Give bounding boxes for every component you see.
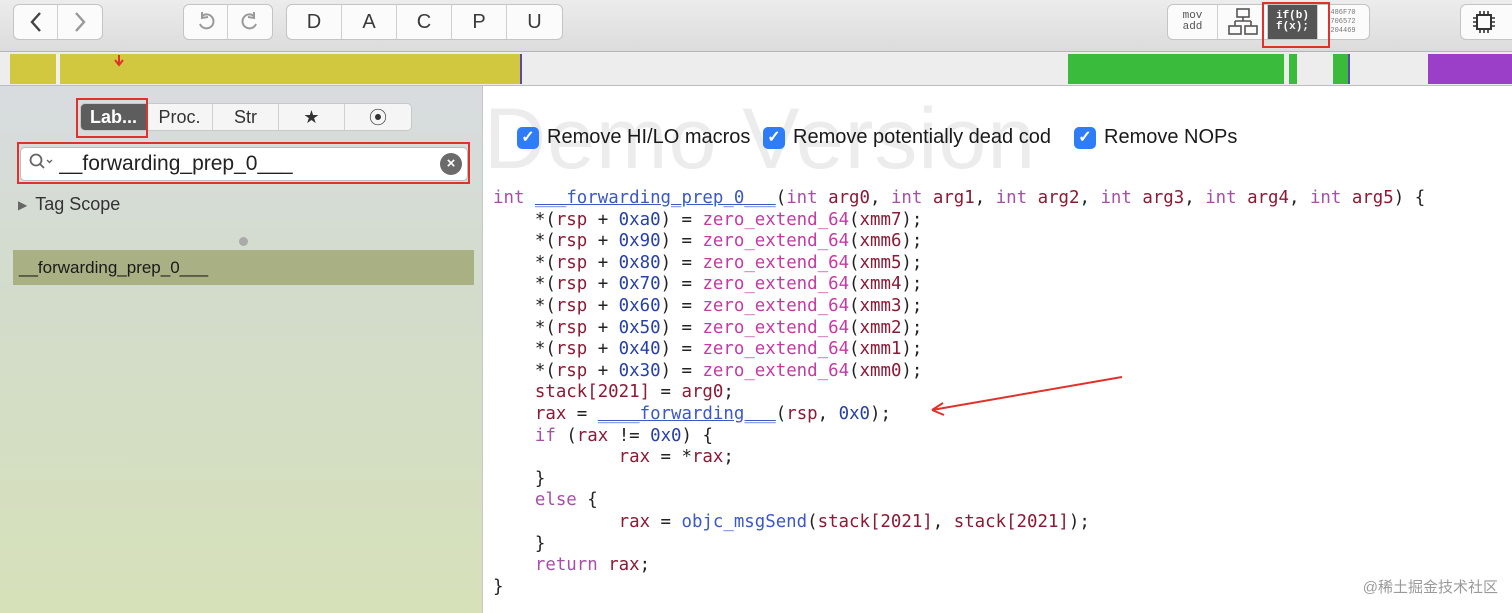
highlight-box-view: [1262, 2, 1330, 48]
nav-segment-external: [1428, 54, 1512, 84]
cfg-view-button[interactable]: [1218, 5, 1268, 39]
back-button[interactable]: [14, 5, 58, 39]
nav-segment-data-2: [1289, 54, 1297, 84]
flowchart-icon: [1227, 8, 1258, 35]
chip-icon: [1473, 11, 1495, 33]
disclosure-triangle-icon[interactable]: ▶: [18, 198, 27, 212]
highlight-box-tab: [76, 98, 148, 138]
undo-button[interactable]: [184, 5, 228, 39]
undo-redo-buttons: [183, 4, 273, 40]
inspector-button[interactable]: [1461, 5, 1507, 39]
nav-segment-marker-2: [1348, 54, 1350, 84]
footer-watermark: @稀土掘金技术社区: [1362, 579, 1498, 596]
redo-icon: [241, 12, 257, 30]
tab-bookmarks[interactable]: ★: [279, 104, 345, 130]
undo-icon: [198, 12, 214, 30]
list-item[interactable]: __forwarding_prep_0___: [13, 250, 474, 285]
tag-scope-disclosure[interactable]: ▶ Tag Scope: [18, 194, 120, 215]
tab-procedures[interactable]: Proc.: [147, 104, 213, 130]
navigation-buttons: [13, 4, 103, 40]
asm-view-button[interactable]: mov add: [1168, 5, 1218, 39]
chevron-left-icon: [29, 12, 41, 32]
pseudocode-view: Demo Version ✓ Remove HI/LO macros ✓ Rem…: [484, 86, 1512, 613]
tab-strings[interactable]: Str: [213, 104, 279, 130]
tab-tags[interactable]: ⦿: [345, 104, 411, 130]
procedure-button[interactable]: P: [452, 5, 507, 39]
type-letter-buttons: D A C P U: [286, 4, 563, 40]
inspector-buttons: [1460, 4, 1512, 40]
splitter-handle[interactable]: [239, 237, 248, 246]
asm-line-2: add: [1182, 21, 1203, 33]
highlight-box-search: [17, 142, 470, 184]
nav-segment-data-3: [1333, 54, 1349, 84]
nav-segment-marker: [520, 54, 522, 84]
tag-scope-label: Tag Scope: [35, 194, 121, 214]
chevron-right-icon: [75, 12, 86, 32]
undefined-button[interactable]: U: [507, 5, 562, 39]
nav-segment-code: [10, 54, 522, 84]
position-arrow-icon: [114, 55, 124, 67]
redo-button[interactable]: [228, 5, 272, 39]
hex-line-3: 204469: [1330, 26, 1356, 35]
annotation-arrow-icon: [931, 376, 1123, 416]
data-button[interactable]: D: [287, 5, 342, 39]
forward-button[interactable]: [58, 5, 102, 39]
navigation-bar[interactable]: [0, 52, 1512, 86]
code-button[interactable]: C: [397, 5, 452, 39]
hex-line-2: 706572: [1330, 17, 1356, 26]
nav-segment-data: [1068, 54, 1284, 84]
hex-line-1: 486F70: [1330, 8, 1356, 17]
ascii-button[interactable]: A: [342, 5, 397, 39]
nav-segment-gap: [56, 54, 60, 84]
